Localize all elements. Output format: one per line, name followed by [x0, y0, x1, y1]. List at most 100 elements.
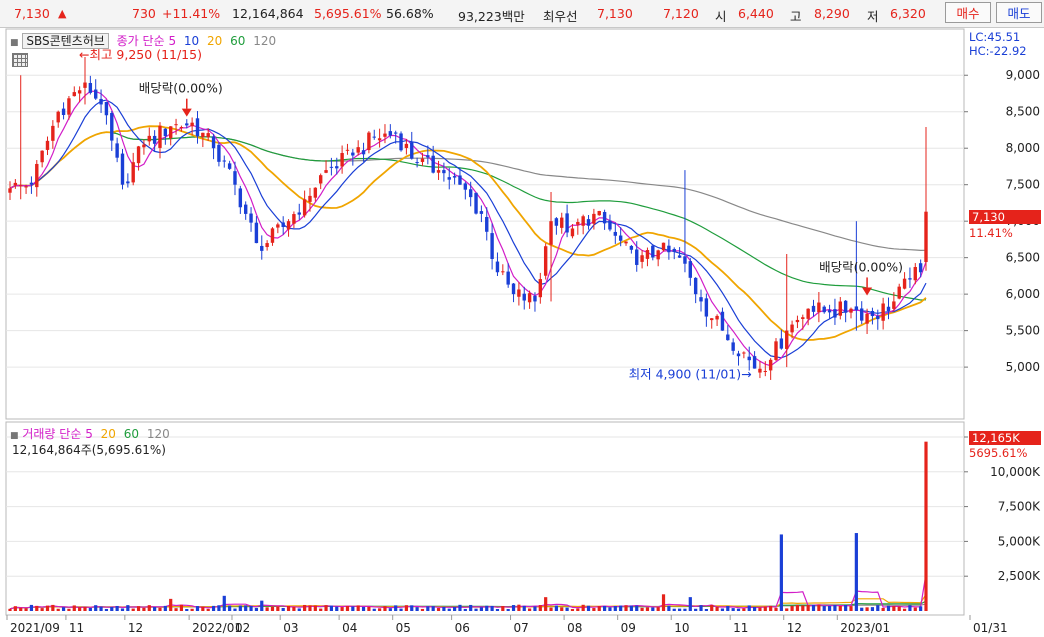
volume-bar [597, 606, 601, 611]
candle-body [576, 221, 580, 225]
candle-body [24, 186, 28, 188]
candle-body [83, 82, 87, 88]
buy-button[interactable]: 매수 [945, 2, 991, 23]
volume-bar [158, 607, 162, 611]
candle-body [420, 158, 425, 162]
volume-bar [153, 607, 157, 611]
volume-bar [672, 608, 676, 611]
candle-body [693, 277, 698, 295]
panel-toggle-icon[interactable]: ■ [10, 38, 19, 48]
candle-body [704, 298, 709, 317]
stock-name[interactable]: SBS콘텐츠허브 [22, 33, 109, 49]
volume-bar [592, 608, 596, 611]
candle-body [838, 301, 842, 316]
volume-bar [110, 607, 114, 611]
volume-bar [286, 605, 291, 611]
candle-body [597, 211, 601, 216]
volume-panel-toggle-icon[interactable]: ■ [10, 431, 19, 441]
volume-bar [897, 606, 901, 611]
candle-body [72, 92, 76, 97]
price-panel-header: ■ SBS콘텐츠허브 종가 단순 5 10 20 60 120 [10, 32, 276, 49]
volume-bar [233, 608, 237, 611]
moving-average-lines [9, 90, 927, 367]
candle-body [243, 204, 248, 214]
candle-body [126, 181, 130, 184]
price-tick-label: 9,000 [1006, 68, 1040, 82]
volume-bar [549, 607, 553, 611]
date-tick-label: 01/31 [973, 621, 1008, 635]
volume-bar [667, 605, 671, 611]
volume-bar [720, 608, 725, 611]
volume-legend-ma20: 20 [100, 427, 116, 441]
volume-bar [704, 609, 708, 611]
candle-body [94, 89, 98, 99]
candle-body [629, 245, 634, 250]
legend-ma10: 10 [183, 34, 200, 48]
volume-bar [206, 608, 210, 611]
volume-bar [827, 605, 832, 611]
candle-body [361, 150, 366, 155]
candle-body [195, 118, 200, 137]
current-price-marker: 7,130 [969, 210, 1041, 224]
candle-body [174, 124, 178, 126]
volume-bar [351, 606, 355, 611]
candle-body [876, 316, 880, 320]
candle-body [340, 152, 344, 167]
high-annotation: ←최고 9,250 (11/15) [79, 47, 202, 62]
candle-body [233, 171, 237, 185]
price-tick-label: 8,500 [1006, 105, 1040, 119]
volume-bar [67, 608, 71, 611]
candle-body [158, 125, 162, 148]
candle-body [517, 289, 521, 297]
candle-body [99, 98, 103, 105]
sell-button[interactable]: 매도 [996, 2, 1042, 23]
candle-body [377, 138, 382, 141]
candle-body [860, 308, 864, 321]
candle-body [485, 216, 489, 232]
candle-body [902, 278, 907, 289]
volume-bar [313, 605, 317, 611]
candle-body [8, 188, 12, 193]
candle-body [281, 222, 285, 227]
candle-body [335, 166, 339, 169]
volume-bar [453, 607, 457, 611]
volume-bar [340, 607, 344, 611]
turnover-rate: 56.68% [386, 6, 434, 21]
candle-body [602, 211, 607, 224]
candle-body [554, 218, 559, 226]
candle-body [318, 175, 323, 184]
volume-bar [249, 605, 253, 611]
dividend-annotation: 배당락(0.00%) [819, 259, 903, 274]
volume-panel-header: ■ 거래량 단순 5 20 60 120 [10, 425, 170, 442]
volume-bar [694, 608, 698, 611]
candle-body [752, 356, 757, 369]
candle-body [185, 123, 189, 126]
volume-bar [688, 597, 692, 611]
volume-bar [736, 608, 741, 611]
low-label: 저 [867, 9, 879, 24]
volume-tick-label: 5,000K [998, 534, 1041, 548]
dividend-annotation: 배당락(0.00%) [139, 81, 223, 96]
volume-bar [902, 608, 907, 611]
candle-body [827, 310, 832, 313]
candle-body [410, 142, 414, 159]
table-view-icon[interactable] [12, 53, 28, 67]
candle-body [586, 219, 591, 226]
volume-bar [801, 605, 805, 611]
volume-bar [506, 609, 510, 611]
candle-body [592, 213, 596, 224]
candle-body [490, 233, 494, 259]
current-price: 7,130 [14, 6, 50, 21]
volume-bar [613, 606, 617, 611]
candle-body [624, 241, 628, 244]
volume-legend-title: 거래량 단순 [22, 427, 82, 441]
volume-bar [710, 604, 714, 611]
volume-bar [806, 604, 810, 611]
volume-bar [19, 607, 23, 611]
candle-body [720, 311, 725, 331]
candle-body [843, 300, 848, 313]
candle-body [870, 311, 875, 317]
volume-bar [779, 534, 783, 611]
volume-bar [854, 533, 858, 611]
volume-bar [683, 608, 687, 611]
